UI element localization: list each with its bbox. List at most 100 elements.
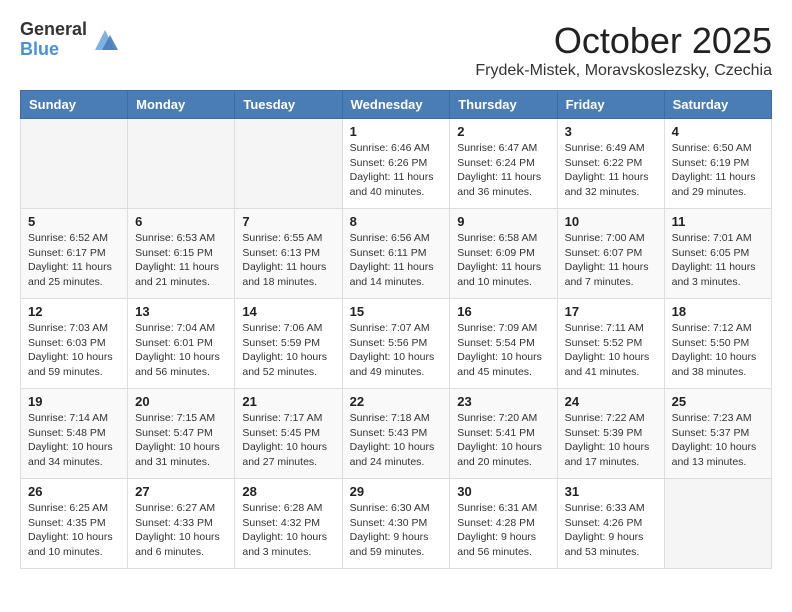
weekday-header-thursday: Thursday (450, 91, 557, 119)
day-number: 17 (565, 304, 657, 319)
day-info: Sunrise: 6:49 AM Sunset: 6:22 PM Dayligh… (565, 141, 657, 200)
day-number: 13 (135, 304, 227, 319)
day-info: Sunrise: 6:47 AM Sunset: 6:24 PM Dayligh… (457, 141, 549, 200)
day-info: Sunrise: 7:20 AM Sunset: 5:41 PM Dayligh… (457, 411, 549, 470)
day-info: Sunrise: 6:56 AM Sunset: 6:11 PM Dayligh… (350, 231, 443, 290)
calendar-cell: 20Sunrise: 7:15 AM Sunset: 5:47 PM Dayli… (128, 389, 235, 479)
calendar-cell: 14 Sunrise: 7:06 AM Sunset: 5:59 PM Dayli… (235, 299, 342, 389)
calendar-week-row: 26 Sunrise: 6:25 AM Sunset: 4:35 PM Dayli… (21, 479, 772, 569)
calendar-cell: 23 Sunrise: 7:20 AM Sunset: 5:41 PM Dayli… (450, 389, 557, 479)
weekday-header-sunday: Sunday (21, 91, 128, 119)
day-info: Sunrise: 6:53 AM Sunset: 6:15 PM Dayligh… (135, 231, 227, 290)
weekday-header-row: SundayMondayTuesdayWednesdayThursdayFrid… (21, 91, 772, 119)
day-info: Sunrise: 7:04 AM Sunset: 6:01 PM Dayligh… (135, 321, 227, 380)
calendar-cell: 11 Sunrise: 7:01 AM Sunset: 6:05 PM Dayli… (664, 209, 771, 299)
day-info: Sunrise: 6:25 AM Sunset: 4:35 PM Dayligh… (28, 501, 120, 560)
day-info: Sunrise: 6:52 AM Sunset: 6:17 PM Dayligh… (28, 231, 120, 290)
calendar-week-row: 5 Sunrise: 6:52 AM Sunset: 6:17 PM Daylig… (21, 209, 772, 299)
day-number: 31 (565, 484, 657, 499)
calendar-cell: 28Sunrise: 6:28 AM Sunset: 4:32 PM Dayli… (235, 479, 342, 569)
day-info: Sunrise: 7:09 AM Sunset: 5:54 PM Dayligh… (457, 321, 549, 380)
day-number: 24 (565, 394, 657, 409)
calendar-cell: 12 Sunrise: 7:03 AM Sunset: 6:03 PM Dayli… (21, 299, 128, 389)
day-info: Sunrise: 7:23 AM Sunset: 5:37 PM Dayligh… (672, 411, 764, 470)
day-number: 22 (350, 394, 443, 409)
calendar-cell: 31 Sunrise: 6:33 AM Sunset: 4:26 PM Dayli… (557, 479, 664, 569)
day-number: 2 (457, 124, 549, 139)
weekday-header-tuesday: Tuesday (235, 91, 342, 119)
calendar-week-row: 1 Sunrise: 6:46 AM Sunset: 6:26 PM Daylig… (21, 119, 772, 209)
day-number: 4 (672, 124, 764, 139)
day-number: 27 (135, 484, 227, 499)
weekday-header-wednesday: Wednesday (342, 91, 450, 119)
calendar-cell: 21 Sunrise: 7:17 AM Sunset: 5:45 PM Dayli… (235, 389, 342, 479)
title-block: October 2025 Frydek-Mistek, Moravskoslez… (475, 20, 772, 80)
calendar-cell (21, 119, 128, 209)
day-info: Sunrise: 6:28 AM Sunset: 4:32 PM Dayligh… (242, 501, 334, 560)
page-header: General Blue October 2025 Frydek-Mistek,… (20, 20, 772, 80)
day-info: Sunrise: 7:11 AM Sunset: 5:52 PM Dayligh… (565, 321, 657, 380)
day-info: Sunrise: 7:22 AM Sunset: 5:39 PM Dayligh… (565, 411, 657, 470)
calendar-cell (664, 479, 771, 569)
day-info: Sunrise: 6:46 AM Sunset: 6:26 PM Dayligh… (350, 141, 443, 200)
calendar-cell: 26 Sunrise: 6:25 AM Sunset: 4:35 PM Dayli… (21, 479, 128, 569)
calendar-week-row: 19Sunrise: 7:14 AM Sunset: 5:48 PM Dayli… (21, 389, 772, 479)
day-info: Sunrise: 6:33 AM Sunset: 4:26 PM Dayligh… (565, 501, 657, 560)
day-number: 12 (28, 304, 120, 319)
day-number: 6 (135, 214, 227, 229)
day-number: 21 (242, 394, 334, 409)
day-info: Sunrise: 7:12 AM Sunset: 5:50 PM Dayligh… (672, 321, 764, 380)
logo-general-text: General (20, 20, 87, 40)
day-number: 29 (350, 484, 443, 499)
calendar-cell: 4 Sunrise: 6:50 AM Sunset: 6:19 PM Daylig… (664, 119, 771, 209)
day-info: Sunrise: 7:17 AM Sunset: 5:45 PM Dayligh… (242, 411, 334, 470)
calendar-cell: 7 Sunrise: 6:55 AM Sunset: 6:13 PM Daylig… (235, 209, 342, 299)
calendar-cell: 25 Sunrise: 7:23 AM Sunset: 5:37 PM Dayli… (664, 389, 771, 479)
calendar-week-row: 12 Sunrise: 7:03 AM Sunset: 6:03 PM Dayli… (21, 299, 772, 389)
day-number: 23 (457, 394, 549, 409)
day-number: 25 (672, 394, 764, 409)
day-number: 11 (672, 214, 764, 229)
calendar-cell: 10Sunrise: 7:00 AM Sunset: 6:07 PM Dayli… (557, 209, 664, 299)
weekday-header-friday: Friday (557, 91, 664, 119)
calendar-cell: 17 Sunrise: 7:11 AM Sunset: 5:52 PM Dayli… (557, 299, 664, 389)
day-number: 15 (350, 304, 443, 319)
calendar-cell: 8Sunrise: 6:56 AM Sunset: 6:11 PM Daylig… (342, 209, 450, 299)
calendar-table: SundayMondayTuesdayWednesdayThursdayFrid… (20, 90, 772, 569)
calendar-cell: 29Sunrise: 6:30 AM Sunset: 4:30 PM Dayli… (342, 479, 450, 569)
calendar-cell: 1 Sunrise: 6:46 AM Sunset: 6:26 PM Daylig… (342, 119, 450, 209)
calendar-cell: 18Sunrise: 7:12 AM Sunset: 5:50 PM Dayli… (664, 299, 771, 389)
day-number: 1 (350, 124, 443, 139)
calendar-cell (235, 119, 342, 209)
day-number: 7 (242, 214, 334, 229)
calendar-cell: 24 Sunrise: 7:22 AM Sunset: 5:39 PM Dayli… (557, 389, 664, 479)
day-number: 26 (28, 484, 120, 499)
calendar-cell: 6 Sunrise: 6:53 AM Sunset: 6:15 PM Daylig… (128, 209, 235, 299)
calendar-cell: 30 Sunrise: 6:31 AM Sunset: 4:28 PM Dayli… (450, 479, 557, 569)
day-number: 30 (457, 484, 549, 499)
calendar-cell: 19Sunrise: 7:14 AM Sunset: 5:48 PM Dayli… (21, 389, 128, 479)
day-info: Sunrise: 7:03 AM Sunset: 6:03 PM Dayligh… (28, 321, 120, 380)
calendar-cell: 3 Sunrise: 6:49 AM Sunset: 6:22 PM Daylig… (557, 119, 664, 209)
calendar-cell: 22 Sunrise: 7:18 AM Sunset: 5:43 PM Dayli… (342, 389, 450, 479)
day-info: Sunrise: 6:50 AM Sunset: 6:19 PM Dayligh… (672, 141, 764, 200)
day-info: Sunrise: 7:01 AM Sunset: 6:05 PM Dayligh… (672, 231, 764, 290)
day-number: 19 (28, 394, 120, 409)
day-info: Sunrise: 6:27 AM Sunset: 4:33 PM Dayligh… (135, 501, 227, 560)
calendar-cell: 13 Sunrise: 7:04 AM Sunset: 6:01 PM Dayli… (128, 299, 235, 389)
logo-icon (90, 25, 120, 55)
logo: General Blue (20, 20, 120, 60)
day-number: 14 (242, 304, 334, 319)
calendar-cell: 16Sunrise: 7:09 AM Sunset: 5:54 PM Dayli… (450, 299, 557, 389)
day-info: Sunrise: 6:31 AM Sunset: 4:28 PM Dayligh… (457, 501, 549, 560)
day-number: 5 (28, 214, 120, 229)
day-info: Sunrise: 6:58 AM Sunset: 6:09 PM Dayligh… (457, 231, 549, 290)
day-number: 10 (565, 214, 657, 229)
location-title: Frydek-Mistek, Moravskoslezsky, Czechia (475, 62, 772, 80)
day-info: Sunrise: 7:07 AM Sunset: 5:56 PM Dayligh… (350, 321, 443, 380)
day-number: 3 (565, 124, 657, 139)
calendar-cell: 2 Sunrise: 6:47 AM Sunset: 6:24 PM Daylig… (450, 119, 557, 209)
day-info: Sunrise: 7:18 AM Sunset: 5:43 PM Dayligh… (350, 411, 443, 470)
day-info: Sunrise: 7:06 AM Sunset: 5:59 PM Dayligh… (242, 321, 334, 380)
day-info: Sunrise: 6:55 AM Sunset: 6:13 PM Dayligh… (242, 231, 334, 290)
